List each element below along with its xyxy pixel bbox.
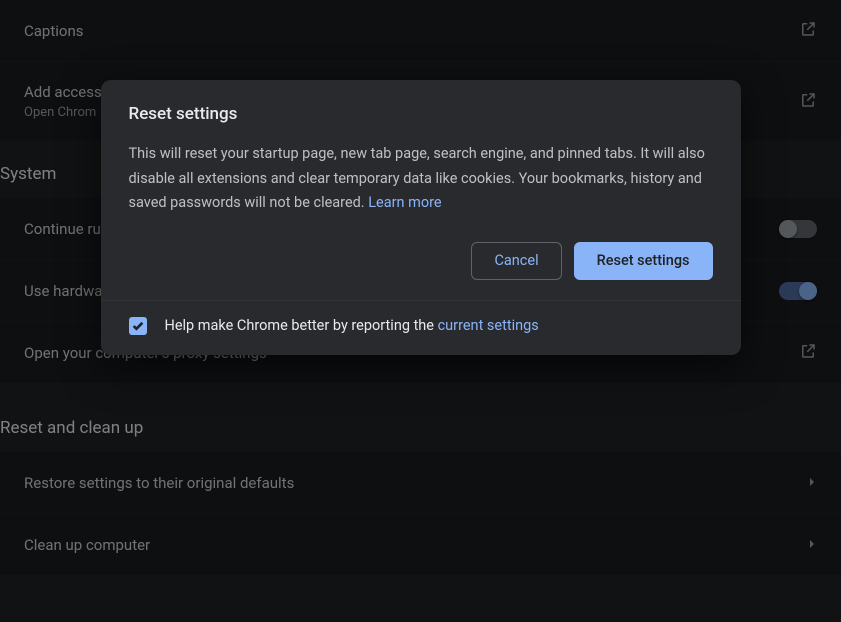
dialog-actions: Cancel Reset settings: [129, 238, 713, 280]
report-settings-text: Help make Chrome better by reporting the…: [165, 317, 539, 334]
current-settings-link[interactable]: current settings: [438, 317, 539, 334]
reset-settings-dialog: Reset settings This will reset your star…: [101, 80, 741, 355]
settings-page: Captions Add access Open Chrom System Co…: [0, 0, 841, 622]
dialog-title: Reset settings: [129, 104, 713, 124]
report-checkbox[interactable]: [129, 317, 147, 335]
reset-settings-button[interactable]: Reset settings: [574, 242, 713, 280]
report-prefix: Help make Chrome better by reporting the: [165, 317, 438, 334]
cancel-button[interactable]: Cancel: [471, 242, 561, 280]
dialog-description: This will reset your startup page, new t…: [129, 142, 713, 216]
modal-overlay[interactable]: Reset settings This will reset your star…: [0, 0, 841, 622]
dialog-footer: Help make Chrome better by reporting the…: [101, 300, 741, 355]
learn-more-link[interactable]: Learn more: [368, 194, 441, 211]
dialog-body: Reset settings This will reset your star…: [101, 80, 741, 300]
